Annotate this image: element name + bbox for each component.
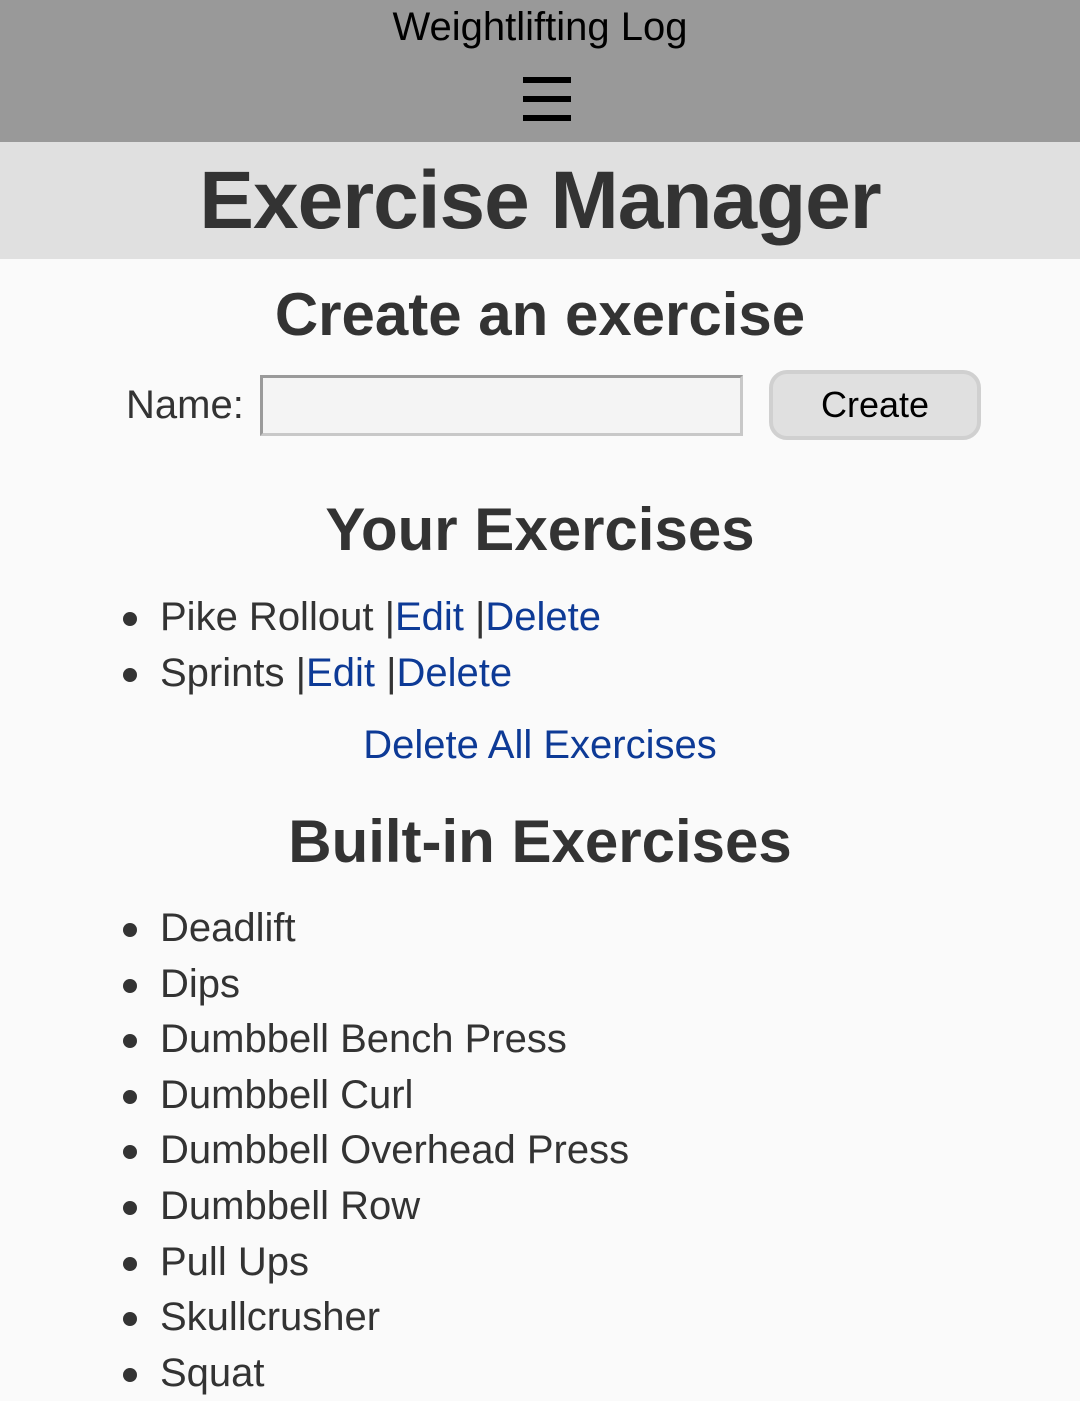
delete-all-exercises-link[interactable]: Delete All Exercises (363, 723, 716, 767)
built-in-exercises-list: Deadlift Dips Dumbbell Bench Press Dumbb… (0, 901, 1080, 1401)
name-label: Name: (126, 383, 244, 427)
exercise-name: Pike Rollout (160, 595, 374, 639)
list-item: Dumbbell Bench Press (0, 1012, 1080, 1068)
separator: | (386, 650, 397, 695)
hamburger-menu-icon[interactable] (523, 75, 571, 123)
app-title: Weightlifting Log (392, 5, 688, 49)
list-item: Dumbbell Overhead Press (0, 1123, 1080, 1179)
delete-link[interactable]: Delete (396, 651, 512, 695)
list-item: Dumbbell Row (0, 1179, 1080, 1235)
edit-link[interactable]: Edit (395, 595, 464, 639)
list-item: Dips (0, 957, 1080, 1013)
create-exercise-heading: Create an exercise (274, 281, 806, 348)
delete-all-container: Delete All Exercises (0, 720, 1080, 770)
separator: | (475, 595, 486, 639)
list-item: Sprints |Edit |Delete (0, 646, 1080, 702)
create-button[interactable]: Create (769, 370, 981, 440)
separator: | (384, 595, 395, 639)
exercise-name: Sprints (160, 650, 285, 695)
separator: | (295, 650, 307, 695)
list-item: Pike Rollout |Edit |Delete (0, 590, 1080, 646)
list-item: Pull Ups (0, 1235, 1080, 1291)
list-item: Squat (0, 1346, 1080, 1401)
list-item: Skullcrusher (0, 1290, 1080, 1346)
list-item: Deadlift (0, 901, 1080, 957)
page-header: Exercise Manager (0, 142, 1080, 259)
built-in-exercises-heading: Built-in Exercises (288, 808, 792, 875)
name-input[interactable] (260, 375, 743, 436)
edit-link[interactable]: Edit (306, 651, 375, 695)
page-title: Exercise Manager (199, 155, 881, 246)
your-exercises-list: Pike Rollout |Edit |Delete Sprints |Edit… (0, 590, 1080, 701)
top-app-bar: Weightlifting Log (0, 0, 1080, 142)
delete-link[interactable]: Delete (485, 595, 601, 639)
list-item: Dumbbell Curl (0, 1068, 1080, 1124)
your-exercises-heading: Your Exercises (325, 496, 755, 563)
